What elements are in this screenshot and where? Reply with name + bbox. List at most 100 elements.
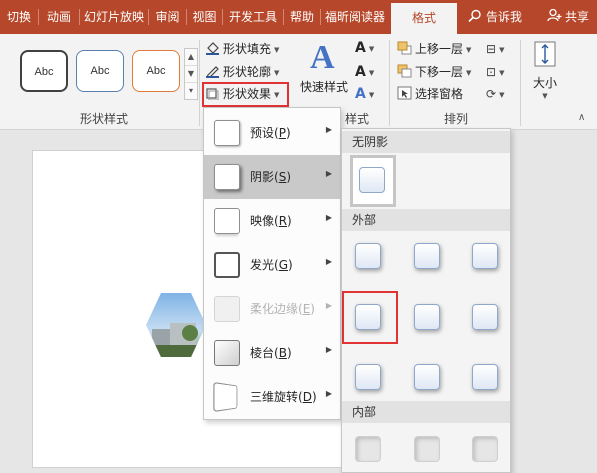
size-button[interactable]: 大小 ▼ bbox=[527, 40, 563, 100]
hexagon-photo-shape[interactable] bbox=[146, 293, 206, 357]
menu-item-label: 三维旋转 bbox=[250, 390, 299, 404]
shadow-outer-option[interactable] bbox=[472, 243, 498, 269]
menu-item-label: 阴影 bbox=[250, 170, 275, 184]
shadow-outer-option[interactable] bbox=[414, 304, 440, 330]
send-backward-icon bbox=[397, 64, 412, 78]
shape-style-thumbnail[interactable]: Abc bbox=[20, 50, 68, 92]
size-icon bbox=[534, 41, 556, 67]
glow-icon bbox=[214, 252, 240, 278]
menu-item-shadow[interactable]: 阴影(S) ▶ bbox=[204, 155, 340, 199]
shape-style-thumbnail[interactable]: Abc bbox=[76, 50, 124, 92]
selected-shadow-highlight bbox=[342, 291, 398, 344]
selection-pane-button[interactable]: 选择窗格 bbox=[397, 84, 463, 104]
menu-item-key: E bbox=[302, 302, 311, 316]
menu-item-reflection[interactable]: 映像(R) ▶ bbox=[204, 199, 340, 243]
wordart-a-icon: A bbox=[310, 39, 335, 76]
shadow-outer-option[interactable] bbox=[355, 364, 381, 390]
outer-section-header: 外部 bbox=[342, 209, 510, 231]
send-backward-button[interactable]: 下移一层 ▼ bbox=[397, 62, 471, 82]
soft-edges-icon bbox=[214, 296, 240, 322]
dropdown-arrow-icon: ▼ bbox=[274, 69, 280, 77]
bring-forward-icon bbox=[397, 41, 412, 55]
tab-foxit-reader[interactable]: 福昕阅读器 bbox=[321, 0, 389, 34]
shadow-inner-option[interactable] bbox=[355, 436, 381, 462]
menu-item-label: 映像 bbox=[250, 214, 275, 228]
text-outline-icon[interactable]: A ▼ bbox=[355, 64, 374, 80]
search-icon bbox=[468, 9, 481, 23]
style-gallery-scroller[interactable]: ▲ ▼ ▾ bbox=[184, 48, 198, 100]
person-icon bbox=[547, 8, 562, 22]
group-separator bbox=[199, 40, 200, 126]
bring-forward-button[interactable]: 上移一层 ▼ bbox=[397, 39, 471, 59]
shadow-submenu: 无阴影 外部 内部 bbox=[341, 128, 511, 473]
menu-item-label: 棱台 bbox=[250, 346, 275, 360]
tab-animations[interactable]: 动画 bbox=[39, 0, 79, 34]
group-separator bbox=[389, 40, 390, 126]
gallery-more-icon[interactable]: ▾ bbox=[185, 83, 197, 100]
gallery-down-icon[interactable]: ▼ bbox=[185, 66, 197, 83]
tab-help[interactable]: 帮助 bbox=[284, 0, 320, 34]
menu-item-key: B bbox=[278, 346, 287, 360]
ribbon-tab-bar: 切换 动画 幻灯片放映 审阅 视图 开发工具 帮助 福昕阅读器 格式 告诉我 共… bbox=[0, 0, 597, 35]
bring-forward-label: 上移一层 bbox=[415, 42, 464, 56]
no-shadow-option[interactable] bbox=[359, 167, 385, 193]
dropdown-arrow-icon: ▼ bbox=[274, 46, 280, 54]
shadow-outer-option[interactable] bbox=[355, 243, 381, 269]
shape-style-thumbnail[interactable]: Abc bbox=[132, 50, 180, 92]
submenu-arrow-icon: ▶ bbox=[325, 169, 332, 178]
shape-fill-label: 形状填充 bbox=[223, 42, 272, 56]
shape-fill-button[interactable]: 形状填充 ▼ bbox=[205, 39, 279, 59]
quick-styles-label: 快速样式 bbox=[299, 80, 348, 94]
quick-styles-button[interactable]: A 快速样式 bbox=[298, 38, 350, 106]
shadow-inner-option[interactable] bbox=[472, 436, 498, 462]
tab-slideshow[interactable]: 幻灯片放映 bbox=[80, 0, 148, 34]
wordart-group-label: 样式 bbox=[345, 112, 370, 126]
tab-view[interactable]: 视图 bbox=[187, 0, 222, 34]
submenu-arrow-icon: ▶ bbox=[325, 389, 332, 398]
align-icon[interactable]: ⊟ ▼ bbox=[486, 42, 504, 56]
shadow-inner-option[interactable] bbox=[414, 436, 440, 462]
submenu-arrow-icon: ▶ bbox=[325, 301, 332, 310]
tell-me-search[interactable]: 告诉我 bbox=[462, 0, 528, 34]
pencil-icon bbox=[206, 66, 219, 78]
gallery-up-icon[interactable]: ▲ bbox=[185, 49, 197, 66]
paint-bucket-icon bbox=[206, 42, 219, 55]
tab-developer[interactable]: 开发工具 bbox=[223, 0, 283, 34]
menu-item-label: 预设 bbox=[250, 126, 275, 140]
menu-item-soft-edges: 柔化边缘(E) ▶ bbox=[204, 287, 340, 331]
tab-review[interactable]: 审阅 bbox=[149, 0, 186, 34]
shadow-outer-option[interactable] bbox=[472, 304, 498, 330]
shape-effects-menu: 预设(P) ▶ 阴影(S) ▶ 映像(R) ▶ 发光(G) ▶ 柔化边缘(E) … bbox=[203, 107, 341, 420]
shadow-outer-option[interactable] bbox=[414, 364, 440, 390]
rotate-icon[interactable]: ⟳ ▼ bbox=[486, 87, 504, 101]
text-fill-icon[interactable]: A ▼ bbox=[355, 40, 374, 56]
menu-item-key: G bbox=[278, 258, 289, 272]
menu-item-glow[interactable]: 发光(G) ▶ bbox=[204, 243, 340, 287]
arrange-group-label: 排列 bbox=[444, 112, 469, 126]
shape-outline-button[interactable]: 形状轮廓 ▼ bbox=[205, 62, 279, 82]
menu-item-key: R bbox=[278, 214, 288, 228]
dropdown-arrow-icon: ▼ bbox=[466, 69, 472, 77]
menu-item-label: 发光 bbox=[250, 258, 275, 272]
tab-transitions[interactable]: 切换 bbox=[0, 0, 38, 34]
3d-rotation-icon bbox=[213, 381, 238, 413]
collapse-ribbon-icon[interactable]: ∧ bbox=[578, 112, 585, 123]
size-label: 大小 bbox=[532, 76, 557, 90]
text-effects-icon[interactable]: A ▼ bbox=[355, 86, 374, 102]
shadow-outer-option[interactable] bbox=[472, 364, 498, 390]
bevel-icon bbox=[214, 340, 240, 366]
menu-item-bevel[interactable]: 棱台(B) ▶ bbox=[204, 331, 340, 375]
menu-item-preset[interactable]: 预设(P) ▶ bbox=[204, 111, 340, 155]
selection-pane-icon bbox=[397, 86, 412, 100]
selection-pane-label: 选择窗格 bbox=[415, 87, 464, 101]
reflection-icon bbox=[214, 208, 240, 234]
menu-item-key: P bbox=[278, 126, 286, 140]
tab-format[interactable]: 格式 bbox=[391, 3, 457, 35]
shadow-icon bbox=[214, 164, 240, 190]
send-backward-label: 下移一层 bbox=[415, 65, 464, 79]
menu-item-3d-rotation[interactable]: 三维旋转(D) ▶ bbox=[204, 375, 340, 419]
group-objects-icon[interactable]: ⊡ ▼ bbox=[486, 65, 504, 79]
menu-item-key: D bbox=[302, 390, 312, 404]
shadow-outer-option[interactable] bbox=[414, 243, 440, 269]
share-button[interactable]: 共享 bbox=[540, 0, 596, 34]
